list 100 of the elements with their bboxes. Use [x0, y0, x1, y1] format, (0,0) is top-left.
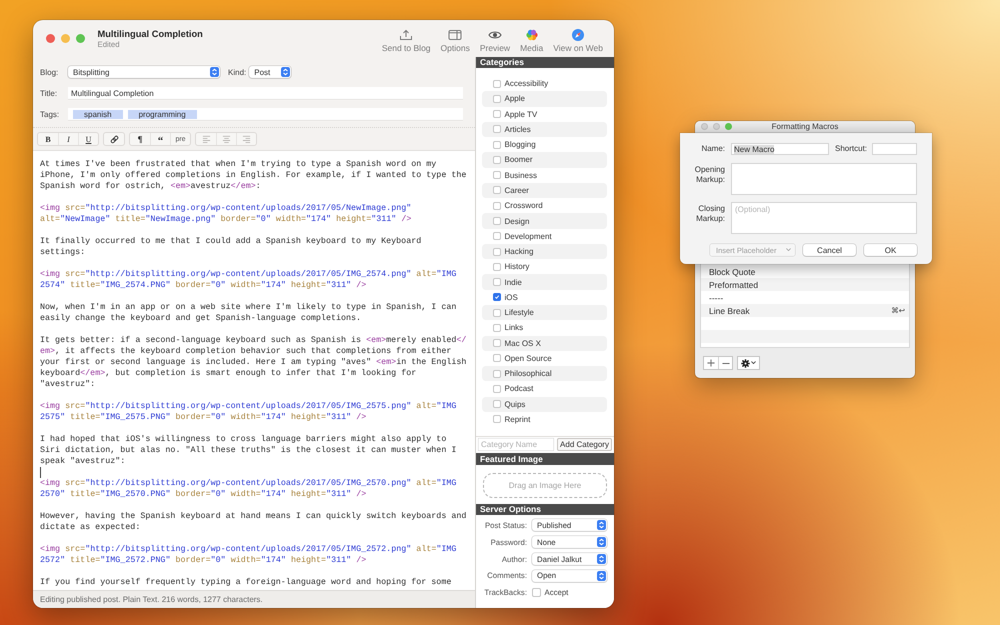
- category-row[interactable]: Accessibility: [482, 76, 607, 92]
- blockquote-button[interactable]: “: [150, 133, 170, 145]
- tag-token[interactable]: programming: [128, 110, 197, 118]
- macro-row[interactable]: Block Quote: [701, 265, 909, 278]
- editor-paragraph: It finally occurred to me that I could add a Spanish keyboard to my Keyboard settings:: [40, 236, 422, 258]
- checkbox[interactable]: [493, 415, 501, 424]
- category-row[interactable]: Boomer: [482, 152, 607, 168]
- checkbox[interactable]: [532, 588, 541, 598]
- category-row[interactable]: Mac OS X: [482, 336, 607, 351]
- checkbox[interactable]: [493, 308, 501, 317]
- section-header: Featured Image: [476, 453, 614, 466]
- checkbox[interactable]: [493, 80, 501, 88]
- macro-row[interactable]: Preformatted: [701, 278, 909, 291]
- checkbox[interactable]: [493, 262, 501, 271]
- plus-icon: [707, 359, 715, 367]
- checkbox[interactable]: [493, 354, 501, 362]
- category-row[interactable]: Design: [482, 213, 607, 229]
- category-row[interactable]: Blogging: [482, 137, 607, 152]
- category-row[interactable]: Apple: [482, 91, 607, 107]
- text-editor[interactable]: [33, 151, 475, 590]
- category-row[interactable]: Open Source: [482, 350, 607, 366]
- align-center-icon: [222, 134, 231, 144]
- up-down-chevron-icon: [596, 570, 606, 581]
- underline-button[interactable]: U: [78, 133, 98, 145]
- checkbox[interactable]: [493, 400, 501, 408]
- up-down-chevron-icon: [596, 520, 606, 530]
- view-on-web-button[interactable]: View on Web: [548, 29, 608, 53]
- bold-button[interactable]: B: [38, 133, 58, 145]
- options-button[interactable]: Options: [436, 29, 475, 53]
- editor-paragraph: <img src="http://bitsplitting.org/wp-content/uploads/2017/05/IMG_2575.png" alt="IMG 2575" title="IMG_2575.PNG" border="0" width="174" height="311" />: [40, 401, 458, 423]
- category-row[interactable]: Apple TV: [482, 106, 607, 122]
- category-row[interactable]: History: [482, 259, 607, 274]
- category-row[interactable]: Career: [482, 182, 607, 198]
- gear-icon: [740, 358, 750, 368]
- ok-button[interactable]: OK: [864, 244, 917, 256]
- checkbox[interactable]: [493, 156, 501, 164]
- field-label: Kind:: [228, 68, 246, 76]
- checkbox[interactable]: [493, 232, 501, 240]
- zoom-button[interactable]: [725, 123, 732, 130]
- category-row[interactable]: Reprint: [482, 412, 607, 428]
- category-row[interactable]: Business: [482, 168, 607, 183]
- shortcut-field[interactable]: [872, 143, 917, 155]
- category-row[interactable]: Hacking: [482, 244, 607, 260]
- checkbox[interactable]: [493, 202, 501, 210]
- editor-paragraph: <img src="http://bitsplitting.org/wp-content/uploads/2017/05/NewImage.png" alt="NewImage" title="NewImage.png" border="0" width="174" height="311" />: [40, 203, 412, 225]
- editor-paragraph: <img src="http://bitsplitting.org/wp-content/uploads/2017/05/IMG_2574.png" alt="IMG 2574" title="IMG_2574.PNG" border="0" width="174" height="311" />: [40, 269, 458, 291]
- category-row[interactable]: Links: [482, 320, 607, 336]
- checkbox[interactable]: [493, 293, 501, 302]
- remove-button[interactable]: [718, 357, 732, 369]
- align-left-icon: [202, 134, 210, 144]
- category-row[interactable]: Quips: [482, 396, 607, 412]
- category-row[interactable]: Lifestyle: [482, 304, 607, 320]
- checkbox[interactable]: [493, 110, 501, 118]
- checkbox[interactable]: [493, 370, 501, 378]
- tags-field[interactable]: spanish programming: [68, 108, 463, 120]
- add-category-button[interactable]: Add Category: [557, 438, 612, 452]
- eye-icon: [488, 29, 502, 41]
- name-field[interactable]: New Macro: [731, 143, 829, 155]
- tag-token[interactable]: spanish: [73, 110, 123, 118]
- checkbox[interactable]: [493, 186, 501, 194]
- checkbox[interactable]: [493, 217, 501, 226]
- opening-markup-field[interactable]: [731, 163, 917, 195]
- checkbox[interactable]: [493, 278, 501, 286]
- category-row[interactable]: iOS: [482, 290, 607, 305]
- category-row[interactable]: Philosophical: [482, 366, 607, 382]
- zoom-button[interactable]: [76, 34, 84, 43]
- status-bar: Editing published post. Plain Text. 216 words, 1277 characters.: [33, 590, 475, 608]
- checkbox[interactable]: [493, 324, 501, 332]
- category-row[interactable]: Articles: [482, 122, 607, 138]
- checkbox[interactable]: [493, 384, 501, 393]
- checkbox[interactable]: [493, 339, 501, 348]
- editor-paragraph: If you find yourself frequently typing a foreign-language word and hoping for some: [40, 577, 452, 588]
- checkbox[interactable]: [493, 248, 501, 256]
- checkbox[interactable]: [493, 125, 501, 134]
- action-menu-button[interactable]: [737, 356, 760, 370]
- preview-button[interactable]: Preview: [474, 29, 516, 53]
- close-button[interactable]: [46, 34, 54, 43]
- caret-icon: [751, 361, 756, 365]
- cancel-button[interactable]: Cancel: [803, 244, 856, 256]
- italic-button[interactable]: I: [58, 133, 78, 145]
- title-field[interactable]: Multilingual Completion: [68, 87, 463, 99]
- checkbox[interactable]: [493, 140, 501, 149]
- window-title: Multilingual Completion: [98, 28, 203, 38]
- field-label: Opening Markup:: [694, 164, 725, 185]
- macro-row[interactable]: -----: [701, 291, 909, 304]
- send-to-blog-button[interactable]: Send to Blog: [376, 29, 436, 53]
- blog-popup[interactable]: Bitsplitting: [68, 66, 220, 78]
- minimize-button[interactable]: [60, 34, 70, 43]
- category-row[interactable]: Indie: [482, 274, 607, 290]
- editor-paragraph: At times I've been frustrated that when I'm trying to type a Spanish word on my iPhone, I'm only offered completions in English. For example, if I wanted to type the Spanish word for ostrich, <em>avestruz</em>:: [40, 159, 468, 192]
- field-label: Tags:: [40, 110, 60, 118]
- category-row[interactable]: Crossword: [482, 198, 607, 214]
- paragraph-button[interactable]: ¶: [130, 133, 150, 145]
- checkbox[interactable]: [493, 94, 501, 103]
- kind-popup[interactable]: Post: [249, 66, 292, 78]
- align-right-icon: [242, 134, 251, 144]
- category-row[interactable]: Development: [482, 228, 607, 244]
- category-row[interactable]: Podcast: [482, 381, 607, 397]
- media-button[interactable]: Media: [515, 29, 548, 53]
- checkbox[interactable]: [493, 171, 501, 180]
